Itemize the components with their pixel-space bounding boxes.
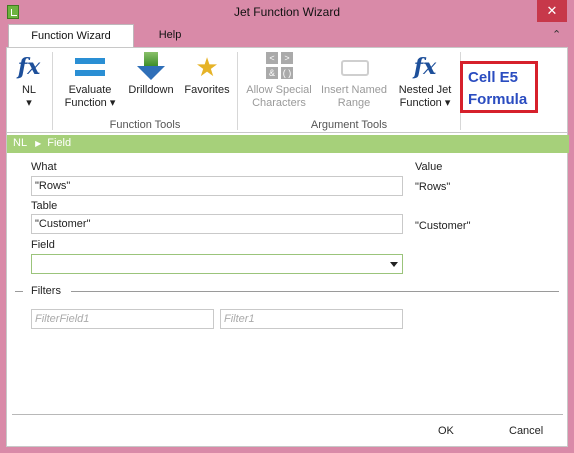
value-header: Value <box>415 161 443 173</box>
annotation-line-1: Cell E5 <box>468 69 519 86</box>
group-function-tools: Function Tools <box>109 119 181 131</box>
favorites-star-icon: ★ <box>195 52 219 82</box>
annotation-line-2: Formula <box>468 91 528 108</box>
tab-function-wizard[interactable]: Function Wizard <box>8 24 134 48</box>
filters-rule-left <box>15 291 23 292</box>
nl-label: NL <box>21 84 37 96</box>
special-char-tile: < <box>266 52 278 64</box>
jet-function-wizard-window: Jet Function Wizard ✕ Function Wizard He… <box>0 0 574 453</box>
insert-named-range-button[interactable]: Insert Named Range <box>317 52 391 114</box>
breadcrumb-arrow-icon: ▶ <box>35 139 42 148</box>
field-label: Field <box>31 239 55 251</box>
filter-1-input[interactable]: Filter1 <box>220 309 403 329</box>
ribbon-separator <box>237 52 238 130</box>
named-range-label-2: Range <box>337 97 371 109</box>
nl-function-button[interactable]: fx NL ▾ <box>11 52 47 114</box>
evaluate-label-1: Evaluate <box>68 84 112 96</box>
nl-dropdown-arrow: ▾ <box>26 97 32 109</box>
filters-rule-right <box>71 291 559 292</box>
cancel-button[interactable]: Cancel <box>509 425 543 437</box>
special-char-tile: > <box>281 52 293 64</box>
close-button[interactable]: ✕ <box>537 0 567 22</box>
favorites-button[interactable]: ★ Favorites <box>181 52 233 114</box>
nested-label-2: Function ▾ <box>399 97 451 109</box>
title-bar: Jet Function Wizard ✕ <box>0 0 574 24</box>
filter-1-placeholder: Filter1 <box>224 313 255 325</box>
ribbon-tabs: Function Wizard Help ⌃ <box>6 24 568 48</box>
field-dropdown[interactable] <box>31 254 403 274</box>
breadcrumb-current: Field <box>47 137 72 149</box>
special-chars-label-1: Allow Special <box>246 84 312 96</box>
what-input[interactable]: "Rows" <box>31 176 403 196</box>
breadcrumb-root[interactable]: NL <box>13 137 27 149</box>
allow-special-characters-button[interactable]: < > & ( ) Allow Special Characters <box>241 52 317 114</box>
filters-label: Filters <box>31 285 61 297</box>
filter-field-1-placeholder: FilterField1 <box>35 313 90 325</box>
named-range-icon <box>338 52 370 82</box>
group-argument-tools: Argument Tools <box>310 119 388 131</box>
nested-label-1: Nested Jet <box>398 84 452 96</box>
what-label: What <box>31 161 57 173</box>
evaluate-label-2: Function ▾ <box>64 97 116 109</box>
special-char-tile: ( ) <box>281 67 293 79</box>
drilldown-label: Drilldown <box>128 84 174 96</box>
nested-jet-function-button[interactable]: fx Nested Jet Function ▾ <box>393 52 457 114</box>
special-chars-label-2: Characters <box>252 97 306 109</box>
window-title: Jet Function Wizard <box>233 5 341 19</box>
named-range-label-1: Insert Named <box>320 84 388 96</box>
breadcrumb: NL ▶ Field <box>7 135 569 153</box>
footer-divider <box>12 414 563 415</box>
ok-button[interactable]: OK <box>438 425 454 437</box>
filter-field-1-input[interactable]: FilterField1 <box>31 309 214 329</box>
table-value-preview: "Customer" <box>415 220 471 232</box>
what-value-preview: "Rows" <box>415 181 451 193</box>
drilldown-icon <box>135 52 167 82</box>
evaluate-function-button[interactable]: Evaluate Function ▾ <box>59 52 121 114</box>
table-input[interactable]: "Customer" <box>31 214 403 234</box>
table-label: Table <box>31 200 58 212</box>
cell-e5-formula-annotation: Cell E5 Formula <box>460 61 538 113</box>
fx-icon: fx <box>17 54 41 80</box>
function-arguments-panel: NL ▶ Field What Value "Rows" "Rows" Table … <box>6 133 569 447</box>
collapse-ribbon-icon[interactable]: ⌃ <box>552 28 564 41</box>
nested-fx-icon: fx <box>413 54 437 80</box>
ribbon-separator <box>52 52 53 130</box>
special-char-tile: & <box>266 67 278 79</box>
special-characters-icon: < > & ( ) <box>263 52 295 82</box>
favorites-label: Favorites <box>184 84 230 96</box>
tab-help[interactable]: Help <box>152 24 188 48</box>
drilldown-button[interactable]: Drilldown <box>123 52 179 114</box>
chevron-down-icon[interactable] <box>390 262 398 267</box>
evaluate-icon <box>74 52 106 82</box>
